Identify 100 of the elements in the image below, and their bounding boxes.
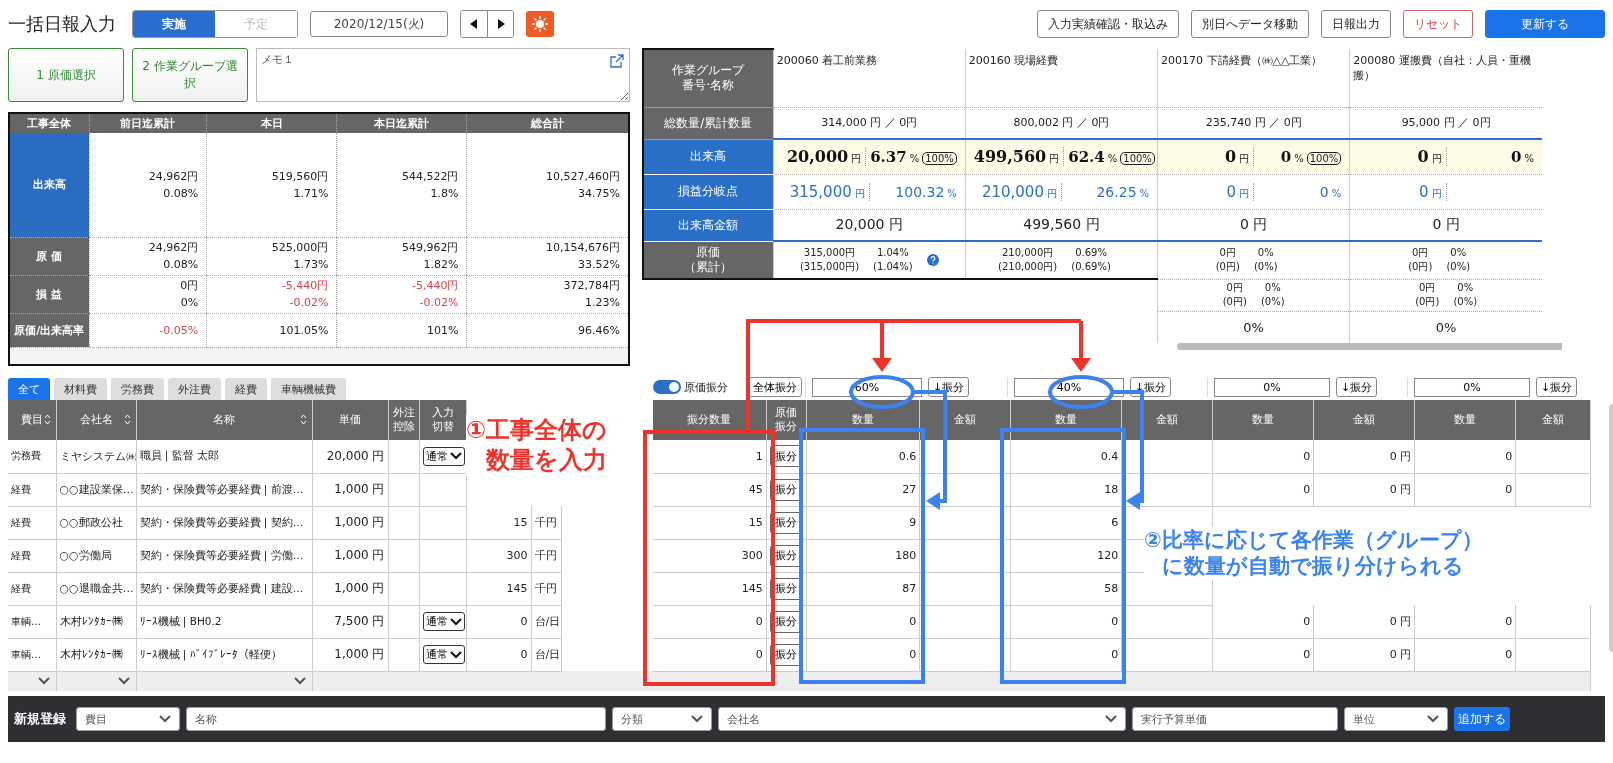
table-cell: 499,560 円 [965,209,1158,241]
column-header-line: 外注 [391,406,416,420]
weather-button[interactable] [526,11,554,37]
toggle-label: 原価振分 [684,379,728,395]
ratio-field[interactable]: 0% [1214,377,1330,397]
column-header: 前日迄累計 [89,113,207,133]
table-cell: 519,560円 1.71% [206,133,337,237]
cost-text: (210,000円) [998,260,1058,274]
percent-text: 0 [1511,147,1522,166]
input-field[interactable]: 名称 [186,707,606,731]
step-button[interactable]: 1 原価選択 [8,48,124,102]
column-header: 金額 [919,400,1011,440]
input-field[interactable]: 実行予算単価 [1132,707,1338,731]
mode-select[interactable]: 通常 [422,612,465,631]
quantity-text: 0.6 [898,449,917,463]
column-header-line: 入力 [430,406,455,420]
column-header: 数量 [1414,400,1516,440]
percent-badge[interactable]: 100% [1120,151,1155,165]
select-field[interactable]: 会社名 [718,707,1126,731]
category-tab[interactable]: 車輌機械費 [271,378,346,400]
table-cell: 145 [653,572,767,605]
unit-text: % [1524,152,1534,164]
row-header: 原価/出来高率 [9,313,89,347]
category-tab[interactable]: 全て [8,378,50,400]
row-header: 総数量/累計数量 [663,115,754,131]
amount-text: 0 円 [1389,449,1412,463]
action-button[interactable]: 日報出力 [1321,10,1391,38]
quantity-text: 15 [513,515,528,529]
chevron-down-icon [117,676,130,685]
unit-text: % [909,152,920,164]
rate-text: 0% [1435,319,1457,335]
row-header: 損益分岐点 [677,184,740,199]
allocate-button[interactable]: ↓振分 [1536,377,1578,397]
annotation-text: ②比率に応じて各作業（グループ） [1144,527,1483,554]
action-button[interactable]: 別日へデータ移動 [1191,10,1309,38]
column-header: 本日 [206,113,337,133]
mode-select[interactable]: 通常 [422,446,465,466]
column-header: 費目 [8,400,56,440]
unit-text: % [1331,187,1342,199]
unit-text: 円 [851,152,862,167]
quantity-text: 18 [1104,483,1119,496]
external-link-icon[interactable] [609,54,624,69]
category-tab[interactable]: 労務費 [111,378,164,400]
amount-text: 315,000 [789,182,852,201]
allocate-button[interactable]: ↓振分 [1336,377,1378,397]
quantity-text: 0 [1505,648,1513,661]
action-button[interactable]: リセット [1403,10,1473,38]
quantity-text: 0 [1111,648,1119,661]
add-button[interactable]: 追加する [1454,707,1510,731]
sort-icon[interactable] [43,414,51,425]
cost-text: (0%) [1446,260,1471,275]
percent-badge[interactable]: 100% [922,151,957,165]
cost-text: 0円 [1225,281,1244,295]
cost-text: (315,000円) [799,260,860,274]
ratio-field[interactable]: 0% [1414,377,1530,397]
column-header-line: 原価 [774,406,799,420]
unit-text: 円 [1046,186,1057,201]
unit-text: 台/日 [534,648,560,661]
amount-text: 0 [1226,182,1237,201]
cost-text: 0.69% [1074,246,1108,260]
sun-icon [531,15,549,33]
category-tab[interactable]: 材料費 [54,378,107,400]
action-button[interactable]: 入力実績確認・取込み [1037,10,1179,38]
percent-badge[interactable]: 100% [1306,151,1342,165]
mode-tab[interactable]: 実施 [133,11,215,37]
sort-icon[interactable] [299,414,307,425]
table-cell: 0円 0% [89,275,207,313]
step-button[interactable]: 2 作業グループ選択 [132,48,248,102]
memo-field[interactable]: メモ１ [256,48,630,102]
table-cell: 経費 [8,506,56,539]
unit-text: % [1139,187,1150,199]
mode-select[interactable]: 通常 [422,645,465,664]
action-button[interactable]: 更新する [1485,10,1605,38]
percent-text: 0 [1319,183,1329,200]
category-tab[interactable]: 外注費 [168,378,221,400]
next-day-button[interactable] [487,11,513,37]
quantity-text: 0 [520,648,528,661]
chevron-down-icon [691,715,703,723]
scrollbar[interactable] [1177,343,1562,350]
column-header: 金額 [1121,400,1213,440]
toggle-switch[interactable] [653,380,681,394]
quantity-text: 0 [1303,614,1311,628]
category-tab[interactable]: 経費 [225,378,267,400]
sort-icon[interactable] [123,414,131,425]
table-cell: 1,000 円 [312,572,388,605]
select-field[interactable]: 単位 [1344,707,1448,731]
table-cell: 300 [653,539,767,572]
date-field[interactable]: 2020/12/15(火) [310,11,448,37]
table-cell: 1,000 円 [312,638,388,671]
table-cell: 職員 | 監督 太郎 [136,440,312,473]
help-icon[interactable] [926,254,939,266]
allocate-all-button[interactable]: 全体振分 [748,377,802,397]
quantity-text: 120 [1097,549,1119,562]
caret-left-icon [470,19,478,29]
column-header: 名称 [136,400,312,440]
unit-text: 千円 [535,582,557,595]
select-field[interactable]: 分類 [612,707,712,731]
chevron-down-icon [293,676,306,685]
select-field[interactable]: 費目 [76,707,180,731]
column-header: 工事全体 [9,113,89,133]
